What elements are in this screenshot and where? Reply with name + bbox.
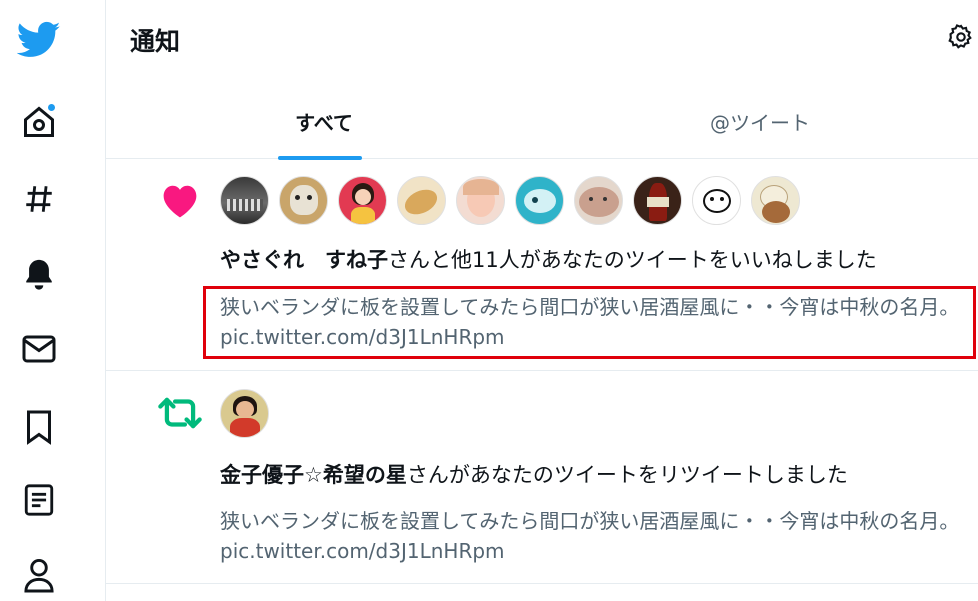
sidebar-nav	[0, 0, 106, 601]
avatar[interactable]	[515, 176, 564, 225]
tab-mentions[interactable]: @ツイート	[542, 84, 978, 159]
hashtag-icon[interactable]	[17, 177, 61, 221]
retweet-icon	[158, 391, 202, 435]
avatar[interactable]	[633, 176, 682, 225]
notification-text: やさぐれ すね子さんと他11人があなたのツイートをいいねしました	[220, 244, 877, 274]
mail-icon[interactable]	[17, 327, 61, 371]
avatar[interactable]	[279, 176, 328, 225]
user-name[interactable]: やさぐれ すね子	[220, 248, 388, 272]
notification-item[interactable]: 金子優子☆希望の星さんがあなたのツイートをリツイートしました 狭いベランダに板を…	[106, 371, 978, 584]
avatar[interactable]	[751, 176, 800, 225]
avatar-group	[220, 389, 269, 438]
tab-all-label: すべて	[295, 111, 353, 135]
heart-icon	[158, 178, 202, 222]
tweet-preview[interactable]: 狭いベランダに板を設置してみたら間口が狭い居酒屋風に・・今宵は中秋の名月。 pi…	[220, 506, 970, 566]
tab-bar: すべて @ツイート	[106, 84, 978, 160]
profile-icon[interactable]	[17, 553, 61, 597]
twitter-logo-icon[interactable]	[17, 18, 61, 62]
tab-all[interactable]: すべて	[106, 84, 542, 160]
page-title: 通知	[130, 27, 181, 56]
notification-item[interactable]: やさぐれ すね子さんと他11人があなたのツイートをいいねしました 狭いベランダに…	[106, 160, 978, 371]
notifications-panel: 通知 すべて @ツイート やさぐれ すね子さんと他11人があなたのツイートをいい…	[106, 0, 978, 601]
tab-mentions-label: @ツイート	[710, 111, 810, 135]
avatar[interactable]	[220, 389, 269, 438]
notification-text: 金子優子☆希望の星さんがあなたのツイートをリツイートしました	[220, 459, 848, 489]
lists-icon[interactable]	[17, 478, 61, 522]
gear-icon[interactable]	[944, 20, 978, 54]
bookmark-icon[interactable]	[17, 405, 61, 449]
avatar[interactable]	[338, 176, 387, 225]
home-icon[interactable]	[17, 100, 61, 144]
user-name[interactable]: 金子優子☆希望の星	[220, 463, 407, 487]
avatar[interactable]	[456, 176, 505, 225]
avatar[interactable]	[397, 176, 446, 225]
avatar[interactable]	[220, 176, 269, 225]
avatar[interactable]	[574, 176, 623, 225]
tweet-preview[interactable]: 狭いベランダに板を設置してみたら間口が狭い居酒屋風に・・今宵は中秋の名月。 pi…	[220, 292, 970, 352]
unread-dot	[47, 103, 56, 112]
bell-icon[interactable]	[17, 252, 61, 296]
avatar-group	[220, 176, 800, 225]
avatar[interactable]	[692, 176, 741, 225]
action-text: さんがあなたのツイートをリツイートしました	[406, 463, 848, 487]
action-text: さんと他11人があなたのツイートをいいねしました	[388, 248, 877, 272]
